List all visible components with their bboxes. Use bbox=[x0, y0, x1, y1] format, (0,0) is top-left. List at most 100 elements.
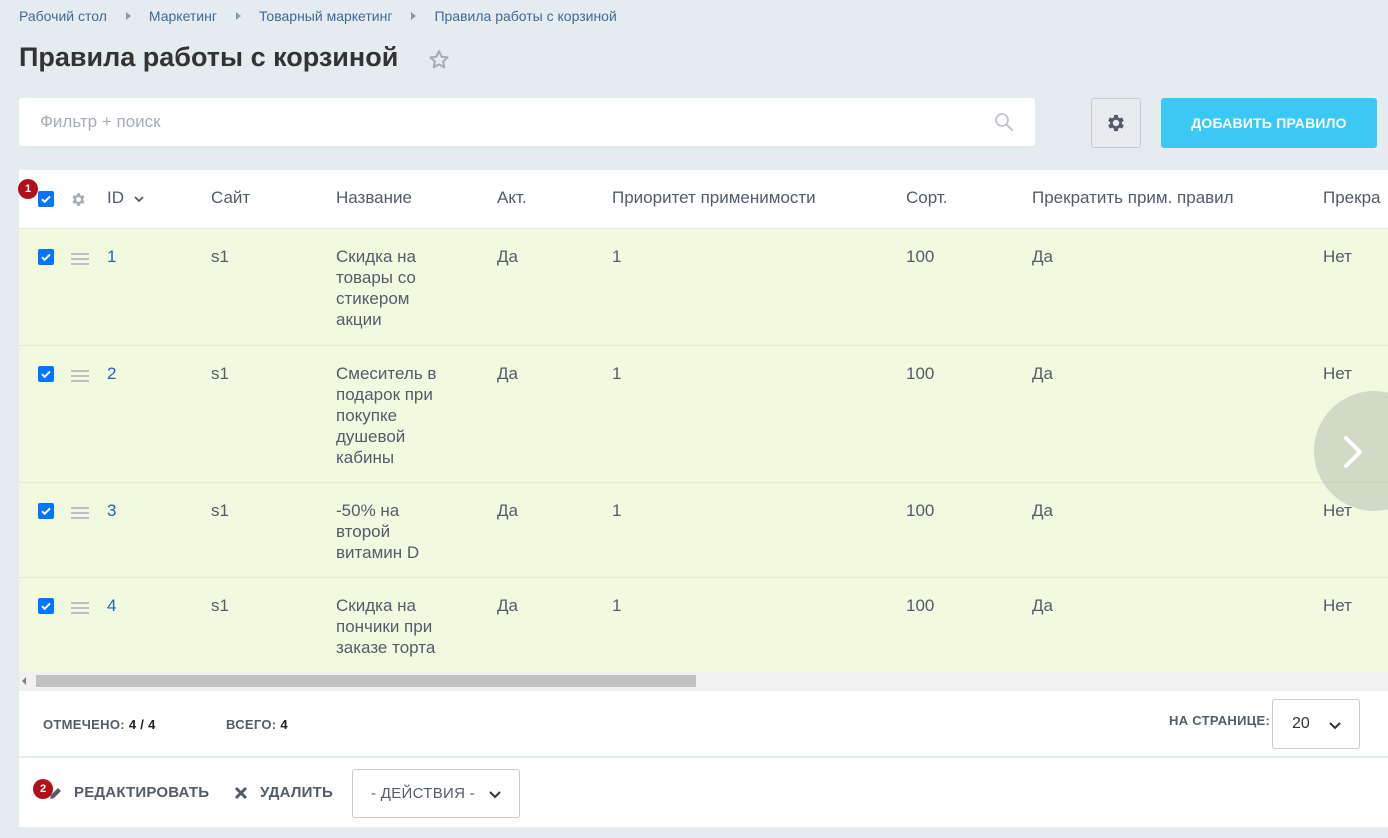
step-badge-2: 2 bbox=[33, 779, 53, 799]
row-name: Скидка на товары со стикером акции bbox=[336, 247, 416, 329]
row-sort: 100 bbox=[906, 596, 935, 615]
step-badge-1: 1 bbox=[18, 179, 38, 199]
table-row[interactable]: 1 s1 Скидка на товары со стикером акции … bbox=[19, 228, 1388, 345]
column-header-priority[interactable]: Приоритет применимости bbox=[612, 188, 816, 208]
row-sort: 100 bbox=[906, 501, 935, 520]
row-name: Скидка на пончики при заказе торта bbox=[336, 596, 436, 657]
row-stop-rules: Да bbox=[1032, 364, 1053, 383]
column-header-id-label: ID bbox=[107, 188, 124, 207]
drag-handle-icon[interactable] bbox=[71, 370, 89, 382]
row-id[interactable]: 1 bbox=[107, 246, 116, 267]
table-row[interactable]: 2 s1 Смеситель в подарок при покупке душ… bbox=[19, 345, 1388, 482]
row-priority: 1 bbox=[612, 247, 622, 266]
column-header-name[interactable]: Название bbox=[336, 188, 412, 208]
drag-handle-icon[interactable] bbox=[71, 253, 89, 265]
chevron-right-icon bbox=[1344, 436, 1362, 468]
per-page-select[interactable]: 20 bbox=[1272, 699, 1360, 749]
row-sort: 100 bbox=[906, 247, 935, 266]
row-stop-truncated: Нет bbox=[1323, 364, 1352, 383]
drag-handle-icon[interactable] bbox=[71, 507, 89, 519]
filter-search-box bbox=[19, 98, 1035, 146]
star-icon[interactable] bbox=[427, 48, 451, 72]
row-name: -50% на второй витамин D bbox=[336, 501, 420, 562]
settings-button[interactable] bbox=[1091, 98, 1141, 148]
chevron-down-icon bbox=[489, 791, 501, 799]
grid-footer: ОТМЕЧЕНО: 4 / 4 ВСЕГО: 4 НА СТРАНИЦЕ: 20 bbox=[19, 690, 1388, 756]
total-value: 4 bbox=[280, 717, 288, 732]
row-checkbox[interactable] bbox=[38, 598, 54, 614]
scrollbar-thumb[interactable] bbox=[36, 675, 696, 687]
select-all-checkbox[interactable] bbox=[38, 191, 54, 207]
row-id[interactable]: 2 bbox=[107, 363, 116, 384]
action-panel: РЕДАКТИРОВАТЬ УДАЛИТЬ - ДЕЙСТВИЯ - bbox=[19, 757, 1388, 827]
checked-value: 4 / 4 bbox=[128, 717, 156, 732]
total-counter: ВСЕГО: 4 bbox=[226, 717, 288, 732]
row-checkbox[interactable] bbox=[38, 249, 54, 265]
check-icon bbox=[41, 253, 51, 262]
breadcrumb-separator-icon bbox=[411, 12, 417, 20]
search-input[interactable] bbox=[19, 98, 979, 146]
page-title: Правила работы с корзиной bbox=[19, 42, 399, 72]
check-icon bbox=[41, 195, 51, 204]
gear-icon bbox=[1108, 114, 1124, 132]
column-header-sort[interactable]: Сорт. bbox=[906, 188, 947, 208]
row-id[interactable]: 3 bbox=[107, 500, 116, 521]
checked-label: ОТМЕЧЕНО: bbox=[43, 717, 125, 732]
rules-grid: ID Сайт Название Акт. Приоритет применим… bbox=[19, 170, 1388, 690]
chevron-down-icon bbox=[1329, 722, 1341, 730]
grid-header: ID Сайт Название Акт. Приоритет применим… bbox=[19, 170, 1388, 228]
edit-button[interactable]: РЕДАКТИРОВАТЬ bbox=[49, 784, 209, 801]
breadcrumb-item-marketing[interactable]: Маркетинг bbox=[149, 8, 217, 24]
delete-button-label: УДАЛИТЬ bbox=[260, 784, 333, 801]
row-checkbox[interactable] bbox=[38, 366, 54, 382]
add-rule-button[interactable]: ДОБАВИТЬ ПРАВИЛО bbox=[1161, 98, 1377, 148]
breadcrumb-separator-icon bbox=[235, 12, 241, 20]
row-id[interactable]: 4 bbox=[107, 595, 116, 616]
column-header-stop-rules[interactable]: Прекратить прим. правил bbox=[1032, 188, 1234, 208]
row-active: Да bbox=[497, 596, 518, 615]
total-label: ВСЕГО: bbox=[226, 717, 277, 732]
column-settings-gear-icon[interactable] bbox=[70, 191, 87, 208]
column-header-site[interactable]: Сайт bbox=[211, 188, 250, 208]
row-site: s1 bbox=[211, 596, 229, 615]
breadcrumb-item-desktop[interactable]: Рабочий стол bbox=[19, 8, 107, 24]
row-stop-rules: Да bbox=[1032, 596, 1053, 615]
row-checkbox[interactable] bbox=[38, 503, 54, 519]
row-priority: 1 bbox=[612, 364, 622, 383]
row-site: s1 bbox=[211, 501, 229, 520]
table-row[interactable]: 3 s1 -50% на второй витамин D Да 1 100 Д… bbox=[19, 482, 1388, 577]
row-active: Да bbox=[497, 501, 518, 520]
row-site: s1 bbox=[211, 364, 229, 383]
row-priority: 1 bbox=[612, 596, 622, 615]
per-page-value: 20 bbox=[1292, 715, 1310, 732]
column-header-active[interactable]: Акт. bbox=[497, 188, 527, 208]
row-stop-rules: Да bbox=[1032, 247, 1053, 266]
per-page-label: НА СТРАНИЦЕ: bbox=[1169, 713, 1271, 728]
breadcrumb-item-product-marketing[interactable]: Товарный маркетинг bbox=[259, 8, 392, 24]
column-header-id[interactable]: ID bbox=[107, 188, 145, 208]
row-active: Да bbox=[497, 364, 518, 383]
breadcrumb: Рабочий стол Маркетинг Товарный маркетин… bbox=[19, 8, 617, 24]
checked-counter: ОТМЕЧЕНО: 4 / 4 bbox=[43, 717, 156, 732]
drag-handle-icon[interactable] bbox=[71, 602, 89, 614]
row-priority: 1 bbox=[612, 501, 622, 520]
check-icon bbox=[41, 602, 51, 611]
row-sort: 100 bbox=[906, 364, 935, 383]
breadcrumb-item-cart-rules[interactable]: Правила работы с корзиной bbox=[434, 8, 616, 24]
column-header-stop-truncated[interactable]: Прекра bbox=[1323, 188, 1380, 208]
row-active: Да bbox=[497, 247, 518, 266]
edit-button-label: РЕДАКТИРОВАТЬ bbox=[74, 784, 210, 801]
actions-select[interactable]: - ДЕЙСТВИЯ - bbox=[352, 769, 520, 818]
delete-button[interactable]: УДАЛИТЬ bbox=[234, 784, 333, 801]
row-site: s1 bbox=[211, 247, 229, 266]
row-name: Смеситель в подарок при покупке душевой … bbox=[336, 364, 437, 467]
check-icon bbox=[41, 370, 51, 379]
breadcrumb-separator-icon bbox=[125, 12, 131, 20]
row-stop-rules: Да bbox=[1032, 501, 1053, 520]
search-icon[interactable] bbox=[994, 112, 1014, 132]
check-icon bbox=[41, 507, 51, 516]
actions-select-value: - ДЕЙСТВИЯ - bbox=[371, 785, 475, 802]
row-stop-truncated: Нет bbox=[1323, 596, 1352, 615]
scroll-left-arrow-icon[interactable] bbox=[22, 677, 26, 685]
row-stop-truncated: Нет bbox=[1323, 247, 1352, 266]
